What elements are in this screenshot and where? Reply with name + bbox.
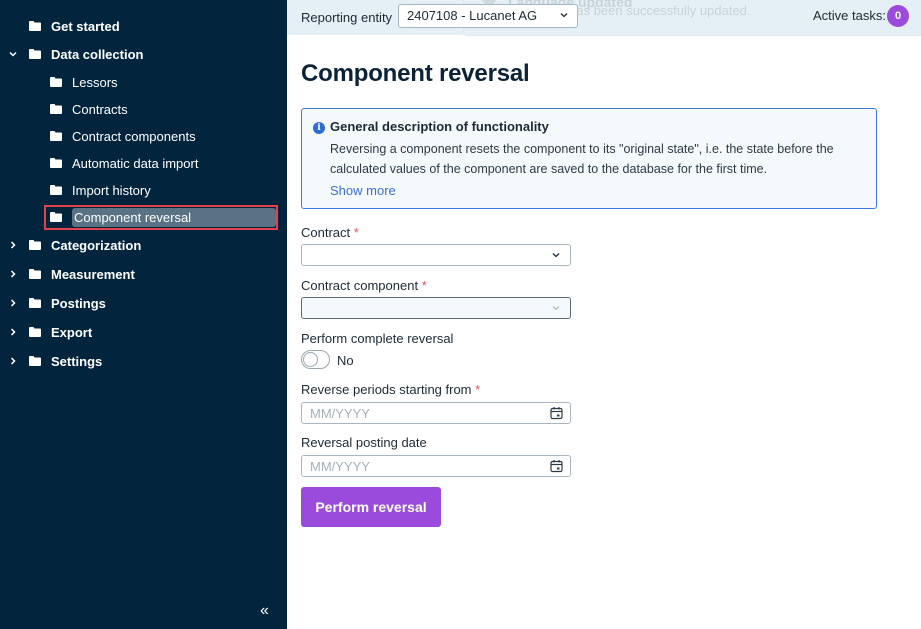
calendar-icon[interactable] (550, 459, 563, 473)
posting-date-label: Reversal posting date (301, 435, 427, 450)
sidebar-item-lessors[interactable]: Lessors (50, 71, 118, 93)
reporting-entity-label: Reporting entity (301, 10, 393, 25)
folder-icon (29, 49, 41, 59)
contract-component-label: Contract component * (301, 278, 427, 293)
contract-select[interactable] (301, 244, 571, 266)
sidebar-item-categorization[interactable]: Categorization (10, 234, 142, 256)
sidebar-item-measurement[interactable]: Measurement (10, 263, 135, 285)
sidebar-item-data-collection[interactable]: Data collection (9, 43, 144, 65)
chevron-down-icon (560, 13, 568, 18)
sidebar-item-label: Import history (72, 182, 151, 198)
sidebar-item-contracts[interactable]: Contracts (50, 98, 128, 120)
collapse-sidebar-button[interactable]: « (260, 603, 274, 619)
folder-icon (50, 104, 62, 114)
sidebar: Get started Data collection Lessors Contrac… (0, 0, 287, 629)
info-title: General description of functionality (330, 119, 549, 134)
perform-reversal-button[interactable]: Perform reversal (301, 487, 441, 527)
posting-date-input[interactable]: MM/YYYY (301, 455, 571, 477)
chevron-down-icon (552, 306, 560, 311)
sidebar-item-label: Export (51, 324, 93, 340)
sidebar-item-label: Get started (51, 18, 120, 34)
sidebar-item-import-history[interactable]: Import history (50, 179, 151, 201)
calendar-icon[interactable] (550, 406, 563, 420)
toggle-state-text: No (337, 353, 354, 368)
folder-icon (50, 158, 62, 168)
chevron-right-icon[interactable] (7, 297, 19, 309)
sidebar-item-label: Data collection (51, 46, 144, 62)
main-content: Language updated The language has been s… (287, 0, 921, 629)
required-marker: * (475, 382, 481, 397)
reverse-from-date-input[interactable]: MM/YYYY (301, 402, 571, 424)
page-title: Component reversal (301, 60, 530, 87)
folder-icon (29, 21, 41, 31)
folder-icon (29, 240, 41, 250)
reverse-from-label: Reverse periods starting from * (301, 382, 481, 397)
info-panel: i General description of functionality R… (301, 108, 877, 209)
active-tasks-badge[interactable]: 0 (887, 5, 909, 27)
chevron-right-icon[interactable] (7, 326, 19, 338)
reporting-entity-value: 2407108 - Lucanet AG (407, 8, 538, 23)
folder-icon (50, 131, 62, 141)
sidebar-item-label: Contract components (72, 128, 196, 144)
date-placeholder: MM/YYYY (310, 406, 370, 421)
info-icon: i (313, 122, 325, 134)
sidebar-item-label: Settings (51, 353, 103, 369)
folder-icon (29, 327, 41, 337)
folder-icon (29, 298, 41, 308)
folder-icon (50, 77, 62, 87)
reporting-entity-select[interactable]: 2407108 - Lucanet AG (398, 4, 578, 28)
chevron-right-icon[interactable] (7, 268, 19, 280)
chevron-right-icon[interactable] (7, 239, 19, 251)
sidebar-item-automatic-data-import[interactable]: Automatic data import (50, 152, 198, 174)
toggle-knob (303, 352, 318, 367)
sidebar-item-label: Automatic data import (72, 155, 199, 171)
folder-icon (29, 356, 41, 366)
sidebar-item-label: Postings (51, 295, 106, 311)
contract-label: Contract * (301, 225, 359, 240)
contract-component-select[interactable] (301, 297, 571, 319)
info-text: Reversing a component resets the compone… (330, 142, 834, 176)
sidebar-item-settings[interactable]: Settings (10, 350, 103, 372)
date-placeholder: MM/YYYY (310, 459, 370, 474)
sidebar-item-export[interactable]: Export (10, 321, 93, 343)
chevron-down-icon[interactable] (7, 48, 19, 60)
sidebar-item-contract-components[interactable]: Contract components (50, 125, 196, 147)
sidebar-item-postings[interactable]: Postings (10, 292, 106, 314)
sidebar-item-label: Categorization (51, 237, 142, 253)
required-marker: * (353, 225, 359, 240)
app-root: Get started Data collection Lessors Contrac… (0, 0, 921, 629)
sidebar-item-label: Measurement (51, 266, 135, 282)
complete-reversal-toggle[interactable] (301, 350, 330, 369)
complete-reversal-label: Perform complete reversal (301, 331, 454, 346)
chevron-down-icon (552, 253, 560, 258)
folder-icon (29, 269, 41, 279)
active-tasks-label: Active tasks: (813, 8, 886, 23)
show-more-link[interactable]: Show more (330, 183, 396, 198)
top-bar: Language updated The language has been s… (287, 0, 921, 36)
sidebar-item-label: Lessors (72, 74, 118, 90)
selection-highlight (44, 205, 278, 230)
required-marker: * (421, 278, 427, 293)
chevron-right-icon[interactable] (7, 355, 19, 367)
double-chevron-left-icon: « (260, 602, 269, 619)
folder-icon (50, 185, 62, 195)
sidebar-item-get-started[interactable]: Get started (29, 15, 120, 37)
sidebar-item-label: Contracts (72, 101, 128, 117)
